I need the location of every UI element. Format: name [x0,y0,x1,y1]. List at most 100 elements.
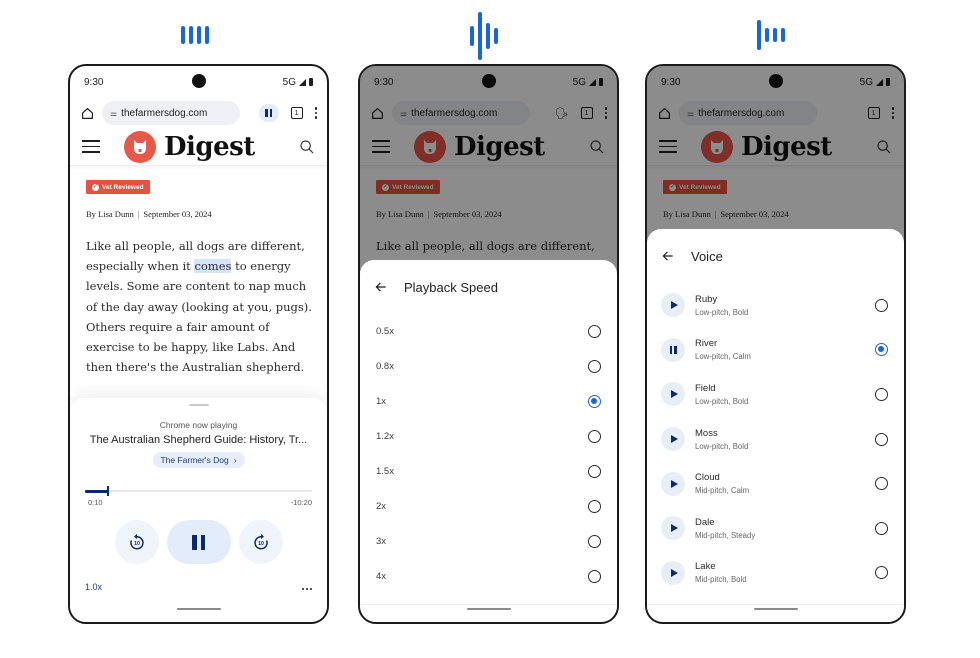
radio-button[interactable] [588,465,601,478]
dog-logo-icon [124,130,156,163]
back-arrow-icon[interactable] [661,249,675,263]
progress-slider[interactable] [85,486,312,496]
site-logo[interactable]: Digest [124,130,255,163]
playback-speed-sheet: Playback Speed 0.5x 0.8x 1x 1.2x 1.5x 2x 3x 4x [360,260,617,622]
speed-option-label: 1.5x [376,466,394,477]
speed-option[interactable]: 3x [360,524,617,559]
publish-date: September 03, 2024 [143,209,212,219]
speed-option[interactable]: 1.5x [360,454,617,489]
play-icon [670,301,678,310]
play-icon [670,568,678,577]
pause-button[interactable] [166,520,231,564]
drag-handle[interactable] [188,404,209,406]
radio-button[interactable] [875,343,888,357]
preview-play-button[interactable] [661,293,685,318]
voice-description: Mid-pitch, Calm [695,486,750,496]
battery-icon [309,78,313,86]
vet-reviewed-badge: ✓ Vet Reviewed [86,180,150,194]
camera-cutout [191,74,206,88]
radio-button[interactable] [588,430,601,443]
byline: By Lisa Dunn | September 03, 2024 [86,209,212,219]
now-playing-sheet: Chrome now playing The Australian Shephe… [70,398,327,622]
forward-10-button[interactable]: 10 [238,520,283,564]
speed-option-label: 1.2x [376,431,394,442]
preview-pause-button[interactable] [661,337,685,362]
voice-sheet: Voice Ruby Low-pitch, Bold River Low-pitch,… [647,229,904,622]
rewind-10-button[interactable]: 10 [114,520,159,564]
brand-name: Digest [164,131,255,162]
progress-fill [85,489,108,493]
voice-option[interactable]: Cloud Mid-pitch, Calm [647,461,904,506]
voice-option[interactable]: Moss Low-pitch, Bold [647,417,904,462]
address-bar[interactable]: ⚌ thefarmersdog.com [102,101,240,125]
publisher-chip[interactable]: The Farmer's Dog › [152,452,245,468]
preview-play-button[interactable] [661,427,685,452]
gesture-nav-bar[interactable] [466,608,511,610]
preview-play-button[interactable] [661,516,685,541]
back-arrow-icon[interactable] [374,280,388,294]
radio-button[interactable] [875,477,888,491]
voice-description: Low-pitch, Bold [695,441,749,451]
author: By Lisa Dunn [86,209,134,219]
divider [647,604,904,605]
speed-option[interactable]: 1x [360,384,617,419]
radio-button[interactable] [875,521,888,535]
phone-voice: 9:30 5G ⚌ thefarmersdog.com 1 Digest ✓ V… [645,64,906,624]
voice-name: Dale [695,516,715,528]
radio-button[interactable] [588,500,601,513]
site-settings-icon[interactable]: ⚌ [110,109,117,118]
phone-now-playing: 9:30 5G ⚌ thefarmersdog.com 1 Digest ✓ V… [68,64,329,624]
voice-option[interactable]: Field Low-pitch, Bold [647,372,904,417]
tab-switcher-button[interactable]: 1 [290,107,303,119]
radio-button[interactable] [588,570,601,583]
voice-option[interactable]: Lake Mid-pitch, Bold [647,551,904,596]
gesture-nav-bar[interactable] [753,608,798,610]
voice-option[interactable]: River Low-pitch, Calm [647,328,904,373]
site-header: Digest [70,128,327,166]
menu-icon[interactable] [82,140,100,153]
radio-button[interactable] [875,298,888,312]
playback-speed-button[interactable]: 1.0x [85,582,102,592]
more-options-icon[interactable] [314,107,317,119]
gesture-nav-bar[interactable] [176,608,221,610]
now-playing-label: Chrome now playing [159,420,238,430]
svg-text:10: 10 [258,541,264,547]
preview-play-button[interactable] [661,471,685,496]
radio-button[interactable] [875,566,888,580]
voice-name: Ruby [695,293,718,305]
pause-icon[interactable] [258,104,279,122]
preview-play-button[interactable] [661,560,685,585]
radio-button[interactable] [875,387,888,401]
voice-option[interactable]: Ruby Low-pitch, Bold [647,283,904,328]
network-label: 5G [282,76,296,88]
radio-button[interactable] [588,360,601,373]
playback-controls: 10 10 [70,520,327,564]
voice-description: Low-pitch, Calm [695,352,751,362]
radio-button[interactable] [875,432,888,446]
radio-button[interactable] [588,325,601,338]
speed-option[interactable]: 1.2x [360,419,617,454]
preview-play-button[interactable] [661,382,685,407]
radio-button[interactable] [588,535,601,548]
play-icon [670,390,678,399]
speed-option[interactable]: 0.8x [360,349,617,384]
browser-toolbar: ⚌ thefarmersdog.com 1 [70,100,327,126]
speed-option-label: 0.8x [376,361,394,372]
speed-option[interactable]: 4x [360,559,617,594]
speed-option[interactable]: 2x [360,489,617,524]
radio-button[interactable] [588,395,601,408]
progress-thumb[interactable] [106,486,109,496]
divider [360,604,617,605]
home-icon[interactable] [80,106,94,120]
play-icon [670,479,678,488]
audio-wave-icon-1 [181,26,209,44]
more-horiz-icon[interactable] [301,587,312,590]
stage: 9:30 5G ⚌ thefarmersdog.com 1 Digest ✓ V… [0,0,980,658]
search-icon[interactable] [299,139,315,155]
voice-option[interactable]: Dale Mid-pitch, Steady [647,506,904,551]
voice-description: Low-pitch, Bold [695,307,749,317]
speed-option[interactable]: 0.5x [360,314,617,349]
elapsed-time: 0:10 [88,498,103,507]
check-icon: ✓ [92,183,99,191]
speed-option-label: 4x [376,571,387,582]
